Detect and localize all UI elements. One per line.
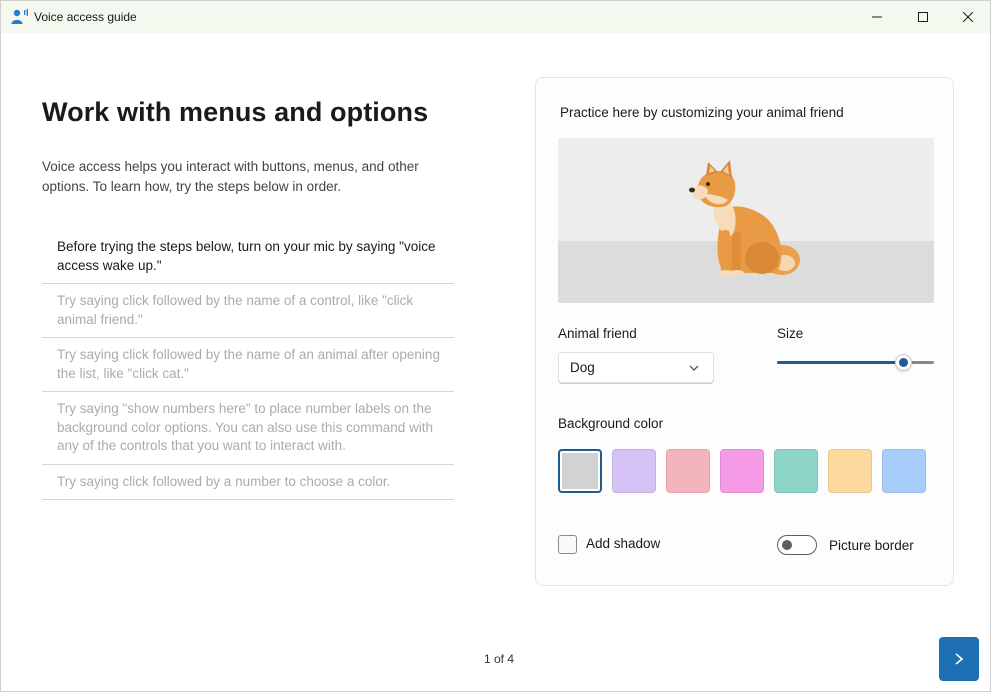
animal-preview xyxy=(558,138,934,303)
animal-friend-value: Dog xyxy=(570,360,595,375)
step-item: Try saying "show numbers here" to place … xyxy=(42,392,454,465)
picture-border-toggle[interactable] xyxy=(777,535,817,555)
page-indicator: 1 of 4 xyxy=(484,652,515,666)
color-swatch[interactable] xyxy=(558,449,602,493)
color-swatch[interactable] xyxy=(774,449,818,493)
color-swatch[interactable] xyxy=(612,449,656,493)
voice-access-person-icon xyxy=(11,9,28,24)
step-item: Before trying the steps below, turn on y… xyxy=(42,230,454,284)
maximize-button[interactable] xyxy=(900,1,946,33)
step-item: Try saying click followed by the name of… xyxy=(42,338,454,392)
minimize-button[interactable] xyxy=(854,1,900,33)
steps-list: Before trying the steps below, turn on y… xyxy=(42,230,454,500)
add-shadow-checkbox[interactable] xyxy=(558,535,577,554)
picture-border-label: Picture border xyxy=(829,538,914,553)
animal-friend-label: Animal friend xyxy=(558,326,637,341)
size-label: Size xyxy=(777,326,804,341)
window-title: Voice access guide xyxy=(34,10,137,24)
practice-title: Practice here by customizing your animal… xyxy=(560,105,844,120)
page-title: Work with menus and options xyxy=(42,97,429,127)
slider-fill xyxy=(777,361,899,364)
step-item: Try saying click followed by the name of… xyxy=(42,284,454,338)
minimize-icon xyxy=(872,16,882,18)
add-shadow-label: Add shadow xyxy=(586,536,661,551)
slider-thumb[interactable] xyxy=(894,354,912,371)
color-swatch[interactable] xyxy=(666,449,710,493)
practice-card: Practice here by customizing your animal… xyxy=(535,77,954,586)
voice-access-guide-window: Voice access guide Work with menus and o… xyxy=(0,0,991,692)
step-item: Try saying click followed by a number to… xyxy=(42,465,454,500)
close-icon xyxy=(963,12,973,22)
size-slider[interactable] xyxy=(777,354,934,372)
close-button[interactable] xyxy=(945,1,991,33)
chevron-down-icon xyxy=(689,365,699,371)
color-swatch[interactable] xyxy=(720,449,764,493)
animal-friend-dropdown[interactable]: Dog xyxy=(558,352,714,383)
maximize-icon xyxy=(918,12,928,22)
color-swatch[interactable] xyxy=(882,449,926,493)
background-color-label: Background color xyxy=(558,416,664,431)
chevron-right-icon xyxy=(955,653,964,665)
next-button[interactable] xyxy=(939,637,979,681)
toggle-knob xyxy=(782,540,792,550)
color-swatch[interactable] xyxy=(828,449,872,493)
intro-text: Voice access helps you interact with but… xyxy=(42,159,419,194)
title-bar: Voice access guide xyxy=(1,1,990,33)
shiba-dog-illustration xyxy=(689,160,800,276)
